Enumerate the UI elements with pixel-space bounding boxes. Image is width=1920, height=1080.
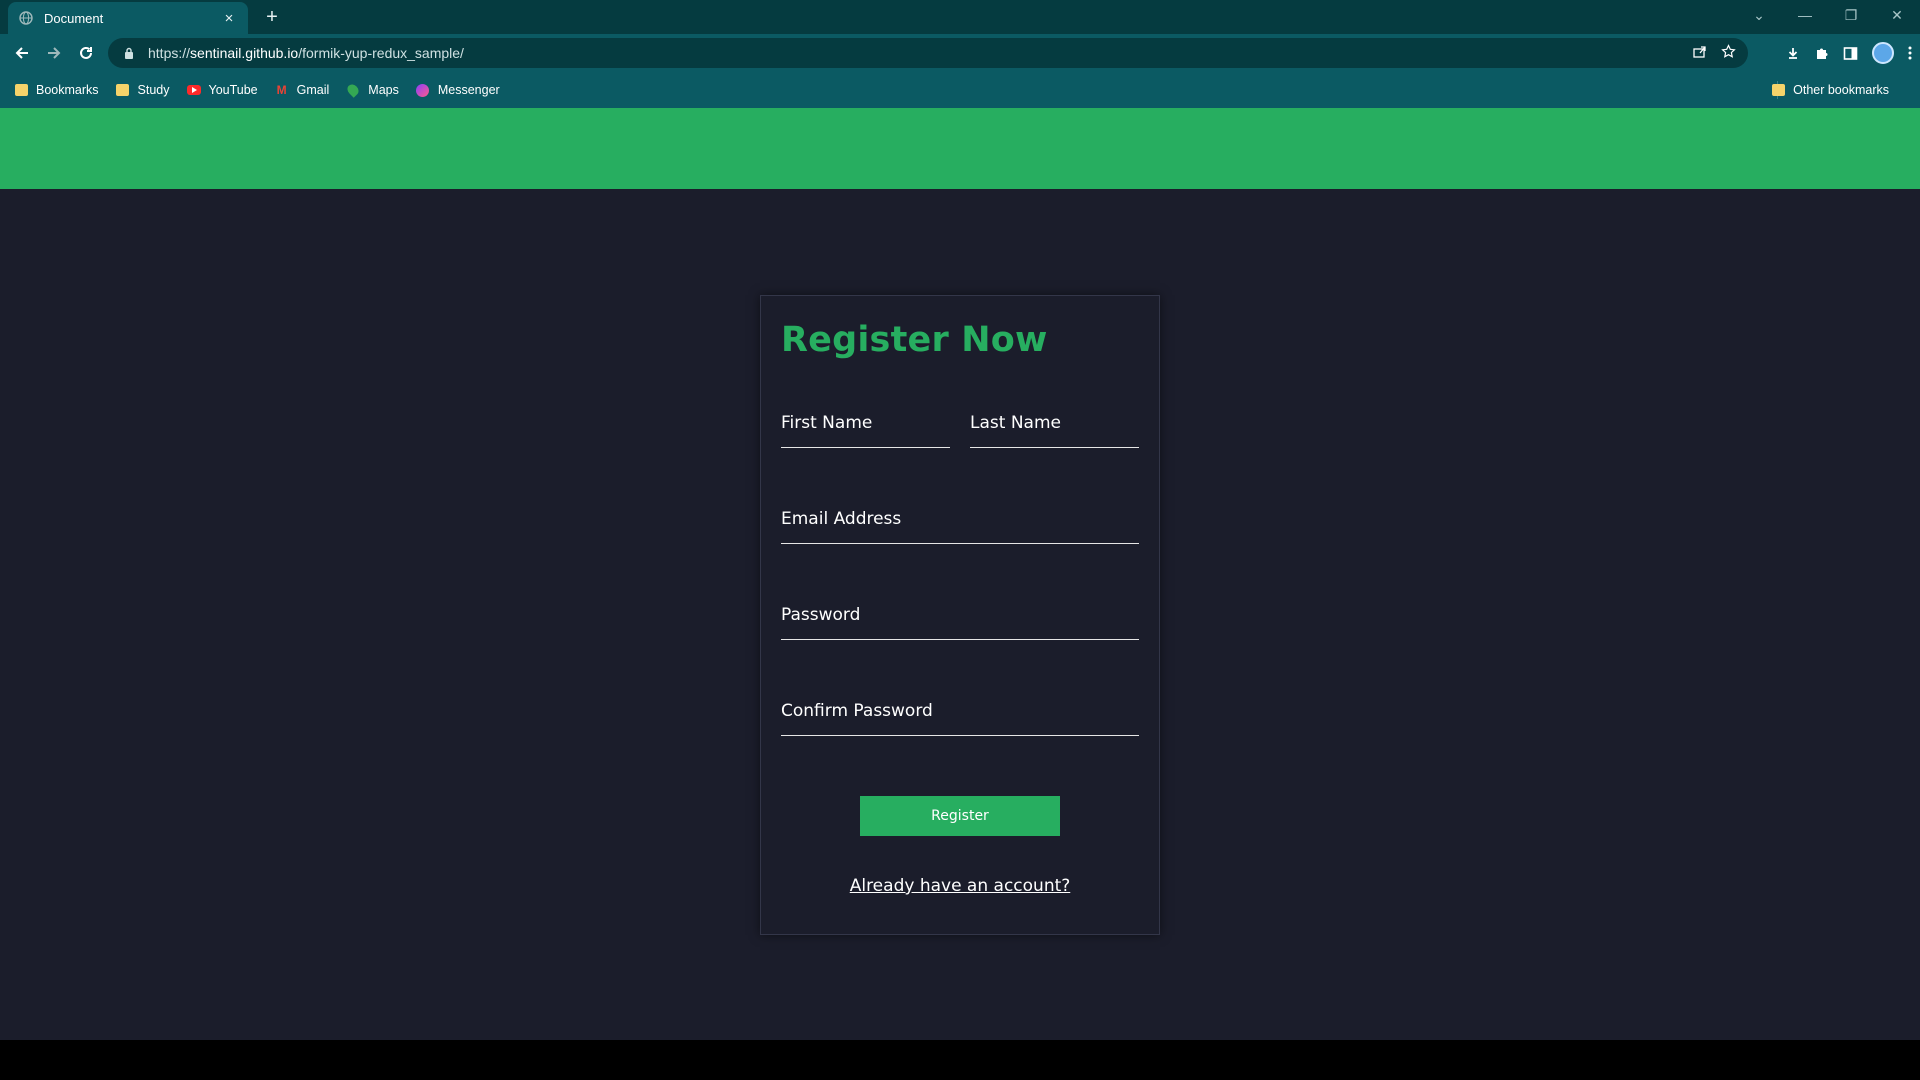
youtube-icon [186,83,201,97]
last-name-field[interactable]: Last Name [970,406,1139,448]
tab-search-icon[interactable]: ⌄ [1736,7,1782,24]
toolbar-extensions [1786,37,1912,69]
back-icon[interactable] [6,37,38,69]
globe-icon [18,10,34,26]
messenger-icon [416,83,430,97]
bookmark-label: Maps [368,83,399,97]
login-link[interactable]: Already have an account? [761,876,1159,896]
gmail-icon: M [276,83,287,97]
share-icon[interactable] [1692,44,1707,63]
confirm-password-label: Confirm Password [781,701,933,721]
minimize-icon[interactable]: — [1782,7,1828,23]
bookmark-gmail[interactable]: M Gmail [275,83,330,97]
restore-icon[interactable]: ❐ [1828,7,1874,24]
bookmark-label: YouTube [208,83,258,97]
password-field[interactable]: Password [781,598,1139,640]
bookmark-label: Gmail [296,83,330,97]
bookmark-study[interactable]: Study [116,83,170,97]
other-bookmarks[interactable]: Other bookmarks [1771,83,1889,97]
download-icon[interactable] [1786,46,1800,60]
bottom-strip [0,1040,1920,1080]
forward-icon[interactable] [38,37,70,69]
confirm-password-field[interactable]: Confirm Password [781,694,1139,736]
first-name-field[interactable]: First Name [781,406,950,448]
browser-tab[interactable]: Document × [8,2,248,34]
bookmark-star-icon[interactable] [1721,43,1736,63]
form-title: Register Now [781,320,1048,360]
profile-avatar[interactable] [1872,42,1894,64]
url-scheme: https:// [148,45,191,61]
folder-icon [116,83,130,97]
browser-toolbar: https://sentinail.github.io/formik-yup-r… [0,34,1920,72]
password-label: Password [781,605,861,625]
reload-icon[interactable] [70,37,102,69]
extensions-puzzle-icon[interactable] [1814,46,1829,61]
folder-icon [14,83,28,97]
bookmark-label: Study [137,83,170,97]
register-card: Register Now First Name Last Name Email … [760,295,1160,935]
email-field[interactable]: Email Address [781,502,1139,544]
bookmark-label: Bookmarks [36,83,99,97]
email-label: Email Address [781,509,902,529]
lock-icon[interactable] [122,46,136,60]
new-tab-icon[interactable]: + [260,5,284,29]
address-bar[interactable]: https://sentinail.github.io/formik-yup-r… [108,38,1748,68]
register-button[interactable]: Register [860,796,1060,836]
other-bookmarks-label: Other bookmarks [1793,83,1889,97]
page-viewport: Register Now First Name Last Name Email … [0,108,1920,1040]
window-controls: ⌄ — ❐ ✕ [1736,0,1920,30]
close-tab-icon[interactable]: × [220,9,238,27]
bookmark-label: Messenger [437,83,500,97]
side-panel-icon[interactable] [1843,46,1858,61]
last-name-label: Last Name [970,413,1061,433]
bookmark-messenger[interactable]: Messenger [416,83,500,97]
first-name-label: First Name [781,413,873,433]
tab-title: Document [44,10,104,26]
bookmark-maps[interactable]: Maps [345,82,399,98]
bookmark-youtube[interactable]: YouTube [186,83,258,97]
address-bar-actions [1692,38,1736,68]
maps-icon [345,82,362,98]
url-host: sentinail.github.io [190,45,299,61]
bookmarks-bar: Bookmarks Study YouTube M Gmail Maps Mes… [0,72,1920,108]
folder-icon [1771,83,1785,97]
page-header-bar [0,108,1920,189]
menu-kebab-icon[interactable] [1908,46,1912,60]
browser-tab-strip: Document × + ⌄ — ❐ ✕ [0,0,1920,34]
bookmark-bookmarks[interactable]: Bookmarks [14,83,99,97]
url-path: /formik-yup-redux_sample/ [298,45,464,61]
close-window-icon[interactable]: ✕ [1874,7,1920,24]
